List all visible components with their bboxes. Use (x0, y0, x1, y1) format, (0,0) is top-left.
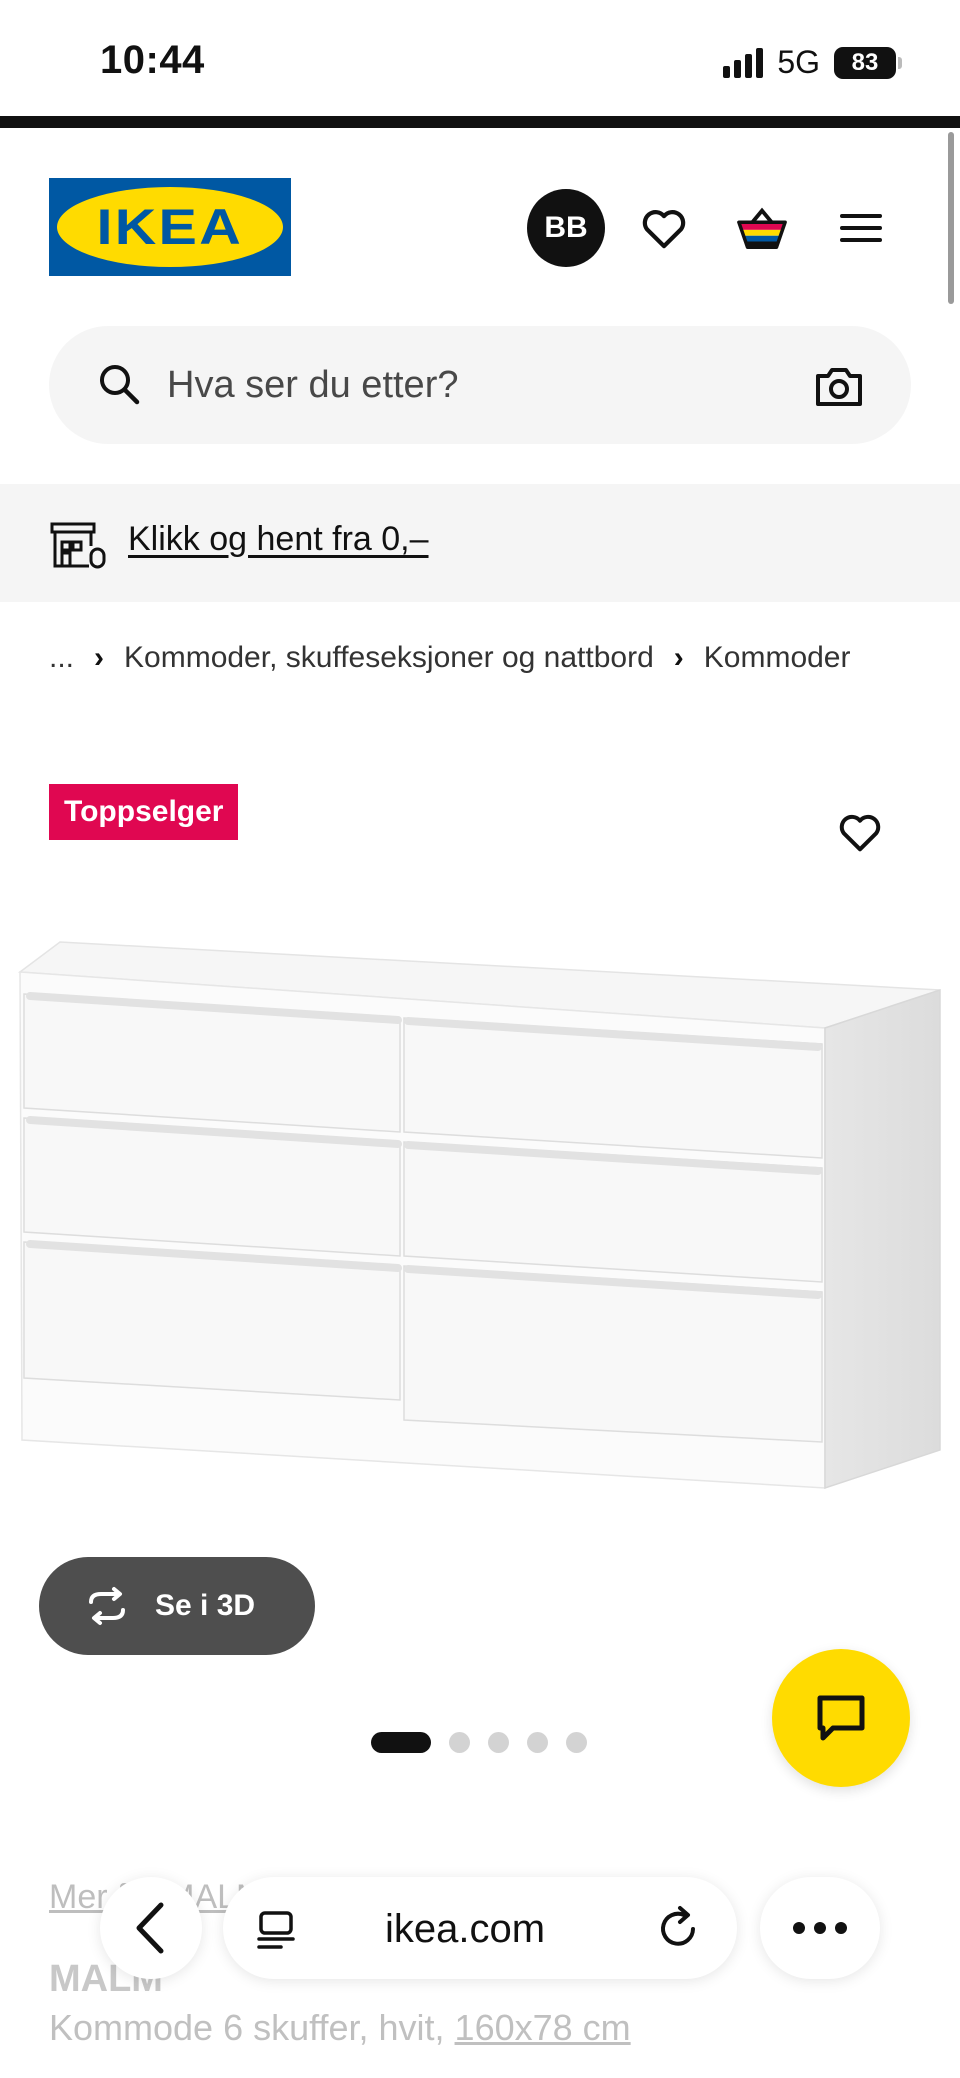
status-bar: 10:44 5G 83 (0, 0, 960, 118)
carousel-dot[interactable] (488, 1732, 509, 1753)
carousel-indicator (371, 1732, 587, 1753)
click-collect-link[interactable]: Klikk og hent fra 0,– (128, 520, 429, 559)
product-description: Kommode 6 skuffer, hvit, 160x78 cm (49, 2007, 631, 2049)
rotate-3d-icon (89, 1587, 125, 1625)
product-description-text: Kommode 6 skuffer, hvit, (49, 2007, 445, 2048)
store-icon (50, 522, 106, 569)
breadcrumb-item-dressers[interactable]: Kommoder (704, 641, 851, 675)
carousel-dot[interactable] (449, 1732, 470, 1753)
heart-icon (839, 814, 881, 852)
menu-button[interactable] (829, 196, 893, 260)
battery-level: 83 (851, 48, 879, 76)
browser-address-bar[interactable]: ikea.com (223, 1877, 737, 1979)
add-to-favorites-button[interactable] (830, 802, 890, 862)
chat-button[interactable] (772, 1649, 910, 1787)
view-in-3d-label: Se i 3D (155, 1589, 256, 1622)
carousel-dot-active[interactable] (371, 1732, 431, 1753)
breadcrumb: ... › Kommoder, skuffeseksjoner og nattb… (49, 636, 850, 680)
chevron-left-icon (136, 1902, 164, 1954)
status-time: 10:44 (100, 38, 205, 82)
chat-icon (817, 1695, 865, 1741)
logo-oval: IKEA (57, 187, 283, 267)
more-dots-icon (793, 1922, 847, 1934)
search-bar[interactable] (49, 326, 911, 444)
reload-icon[interactable] (653, 1903, 703, 1953)
product-image[interactable] (0, 900, 960, 1540)
chevron-right-icon: › (94, 641, 105, 674)
avatar-initials: BB (544, 211, 588, 244)
basket-icon (737, 207, 787, 250)
breadcrumb-item-dressers-category[interactable]: Kommoder, skuffeseksjoner og nattbord (124, 641, 654, 675)
basket-button[interactable] (730, 196, 794, 260)
scrollbar-thumb[interactable] (948, 132, 954, 304)
view-in-3d-button[interactable]: Se i 3D (39, 1557, 315, 1655)
status-indicators: 5G 83 (723, 44, 902, 81)
user-avatar-button[interactable]: BB (527, 189, 605, 267)
signal-icon (723, 47, 764, 78)
browser-toolbar: ikea.com (0, 1860, 960, 2000)
chevron-right-icon: › (673, 641, 684, 674)
browser-back-button[interactable] (100, 1877, 202, 1979)
heart-icon (642, 210, 686, 249)
logo-text: IKEA (96, 199, 244, 255)
click-collect-banner: Klikk og hent fra 0,– (0, 484, 960, 602)
search-icon (100, 365, 140, 405)
search-input[interactable] (167, 354, 727, 416)
carousel-dot[interactable] (566, 1732, 587, 1753)
browser-more-button[interactable] (760, 1877, 880, 1979)
top-seller-badge: Toppselger (49, 784, 239, 840)
breadcrumb-ellipsis[interactable]: ... (49, 641, 74, 675)
camera-icon[interactable] (813, 360, 865, 412)
browser-url: ikea.com (385, 1907, 546, 1951)
top-divider (0, 116, 960, 128)
battery-icon: 83 (834, 46, 902, 79)
product-dimensions-link[interactable]: 160x78 cm (455, 2007, 631, 2048)
carousel-dot[interactable] (527, 1732, 548, 1753)
ikea-logo[interactable]: IKEA (49, 178, 291, 276)
favorites-button[interactable] (632, 196, 696, 260)
menu-icon (840, 214, 882, 242)
network-type: 5G (777, 44, 820, 80)
reader-tabs-icon[interactable] (255, 1909, 297, 1951)
